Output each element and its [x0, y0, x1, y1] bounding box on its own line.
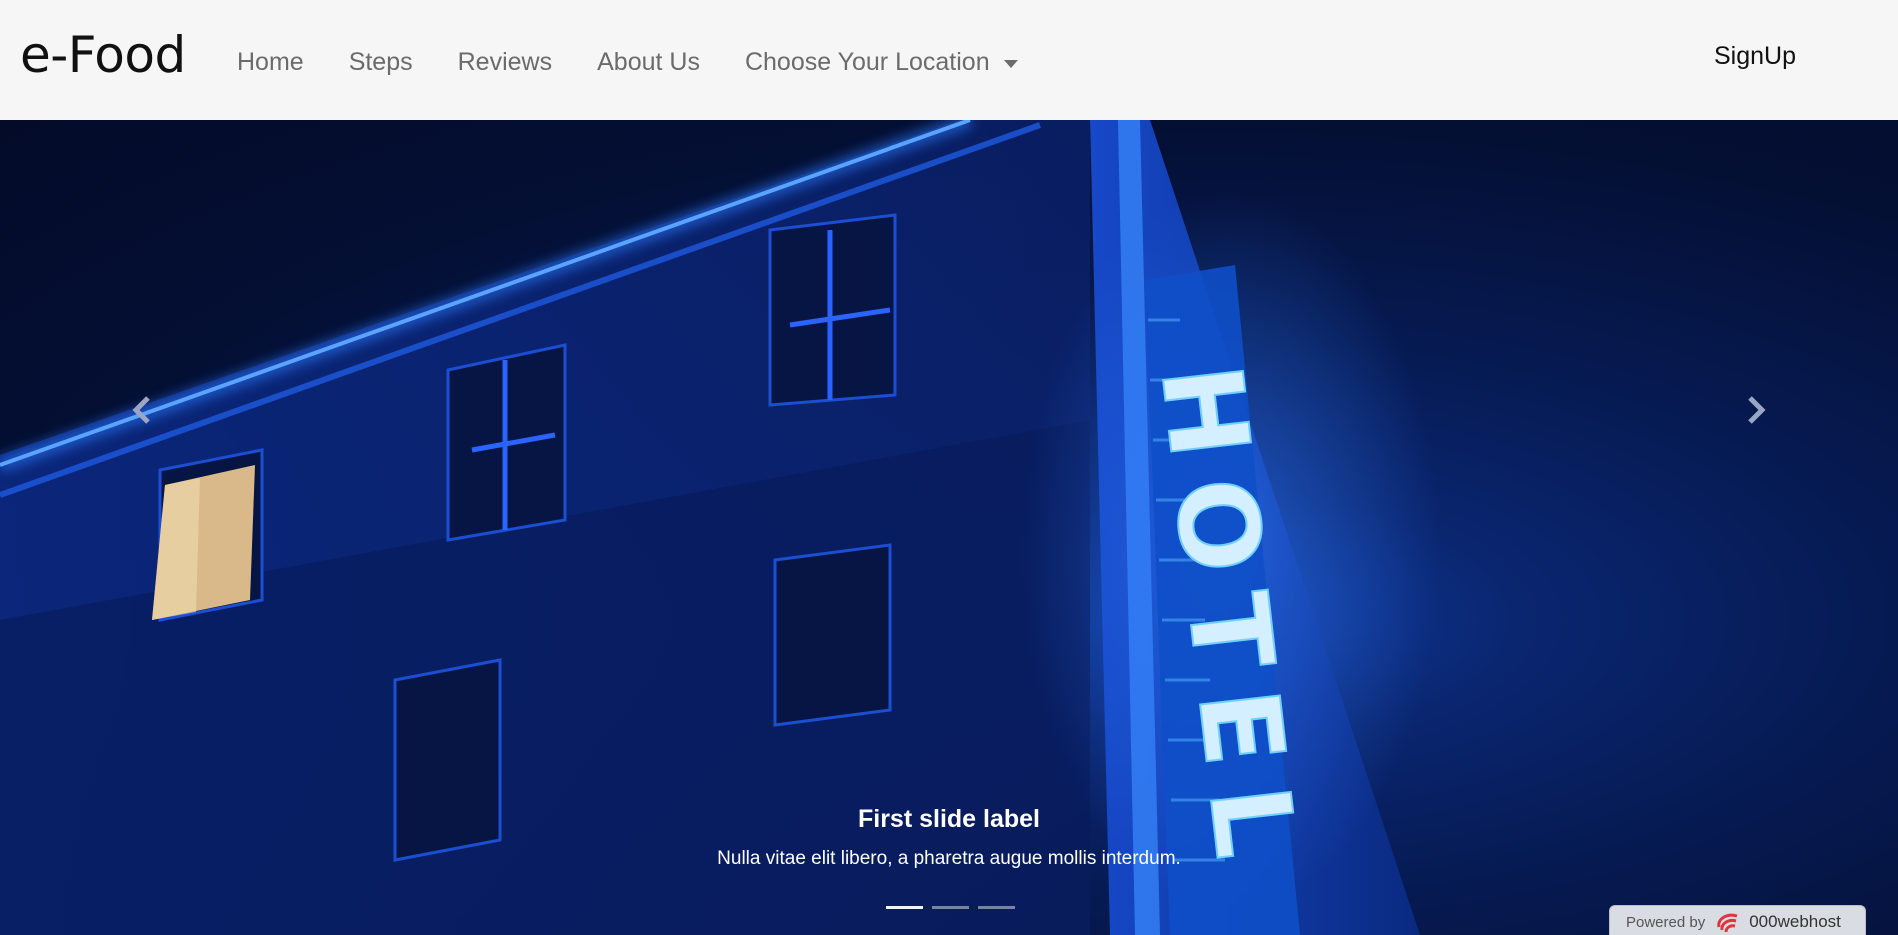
chevron-left-icon [132, 396, 150, 424]
nav-link-about-us[interactable]: About Us [597, 48, 700, 77]
carousel-indicator-3[interactable] [978, 906, 1015, 909]
carousel-indicator-1[interactable] [886, 906, 923, 909]
nav-link-steps[interactable]: Steps [349, 48, 413, 77]
webhost-name: 000webhost [1749, 912, 1841, 931]
caret-down-icon [1003, 59, 1018, 68]
signup-link[interactable]: SignUp [1714, 42, 1796, 71]
webhost-logo-icon [1717, 913, 1738, 933]
nav-link-home[interactable]: Home [237, 48, 304, 77]
brand-logo[interactable]: e-Food [20, 26, 186, 84]
powered-by-badge[interactable]: Powered by 000webhost [1609, 905, 1866, 935]
carousel-indicator-2[interactable] [932, 906, 969, 909]
nav-links: Home Steps Reviews About Us Choose Your … [237, 48, 1063, 77]
carousel-next-button[interactable] [1736, 390, 1776, 430]
powered-by-label: Powered by [1626, 913, 1706, 931]
slide-caption-title: First slide label [857, 805, 1040, 833]
nav-link-reviews[interactable]: Reviews [458, 48, 552, 77]
location-dropdown[interactable]: Choose Your Location [745, 48, 1018, 77]
navbar: e-Food Home Steps Reviews About Us Choos… [0, 0, 1898, 120]
chevron-right-icon [1748, 396, 1766, 424]
location-dropdown-label: Choose Your Location [744, 48, 990, 76]
slide-caption-text: Nulla vitae elit libero, a pharetra augu… [717, 848, 1181, 869]
carousel-prev-button[interactable] [122, 390, 162, 430]
carousel-indicators [886, 906, 1015, 909]
hero-carousel: HOTEL First slide label Nulla vitae elit… [0, 120, 1898, 935]
